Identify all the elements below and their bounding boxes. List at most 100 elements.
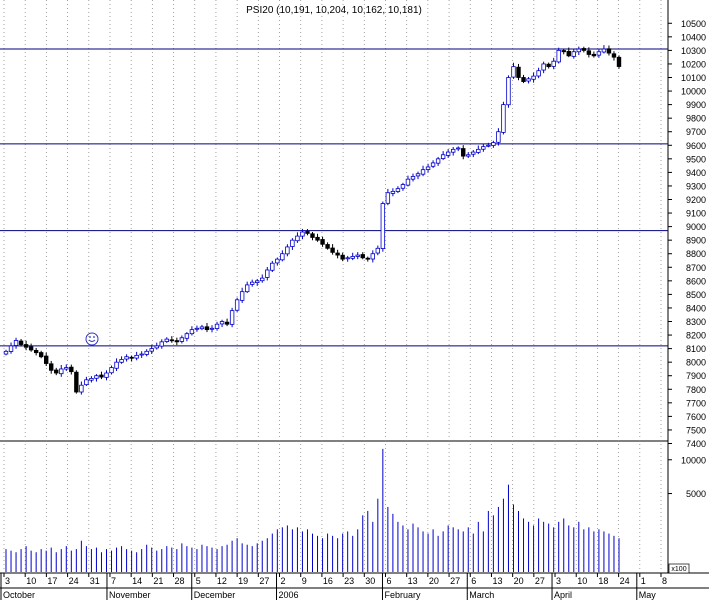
candle-body [471,151,476,155]
x-tick-label: 27 [259,576,269,586]
candle-body [49,363,54,371]
month-label: May [639,590,657,600]
y-tick-label: 8800 [686,249,706,259]
candle-body [189,329,195,335]
candle-body [325,244,330,249]
candle-body [255,280,260,283]
candle-body [576,48,582,53]
candle-body [265,269,270,278]
candle-body [219,321,225,325]
candle-body [199,326,205,330]
candle-body [300,231,305,237]
y-tick-label: 9200 [686,195,706,205]
candle-body [260,277,265,282]
y-tick-label: 8100 [686,344,706,354]
candle-body [3,350,9,355]
candle-body [28,346,34,351]
candle-body [466,154,471,157]
candle-body [250,281,255,285]
y-tick-label: 8900 [686,236,706,246]
candle-body [581,48,587,51]
candle-body [43,355,49,364]
candle-body [109,367,114,374]
candle-body [184,333,190,339]
candle-body [405,178,411,186]
candle-body [239,291,245,301]
month-label: 2006 [279,590,299,600]
candle-body [13,340,19,346]
y-tick-label: 7500 [686,425,706,435]
candle-body [275,258,280,264]
candle-body [435,158,441,164]
candle-body [74,371,79,393]
candle-body [214,323,220,329]
candle-body [591,53,597,57]
candle-body [99,374,104,378]
candle-body [89,378,94,381]
x-tick-label: 24 [69,576,79,586]
candle-body [310,233,315,238]
candle-body [440,154,446,159]
x-tick-label: 24 [620,576,630,586]
volume-units-box: x100 [668,563,690,574]
candle-body [380,203,386,249]
candle-body [425,166,431,170]
y-tick-label: 8300 [686,317,706,327]
candle-body [335,252,340,256]
candle-body [330,247,335,253]
candle-body [556,49,561,63]
candle-body [84,379,89,386]
x-tick-label: 27 [535,576,545,586]
candle-body [531,75,536,80]
candle-body [375,247,381,254]
x-tick-label: 13 [408,576,418,586]
candle-body [395,188,401,192]
candle-body [94,375,99,379]
y-tick-label: 8200 [686,331,706,341]
y-tick-label: 10100 [681,73,706,83]
candle-body [456,147,461,150]
x-tick-label: 9 [302,576,307,586]
candle-body [305,231,310,234]
month-label: February [384,590,421,600]
candle-body [290,239,295,247]
month-label: December [194,590,236,600]
candle-body [79,384,84,393]
candle-body [340,254,345,260]
candle-body [285,246,290,255]
candle-body [606,48,612,54]
candle-body [420,169,426,175]
x-tick-label: 20 [429,576,439,586]
x-tick-label: 3 [5,576,10,586]
candle-body [129,356,134,359]
candle-body [360,254,365,259]
candle-body [59,368,64,375]
candle-body [415,173,421,177]
y-tick-label: 10300 [681,46,706,56]
candle-body [526,78,531,82]
y-tick-label: 9400 [686,168,706,178]
candle-body [229,310,235,325]
x-tick-label: 19 [238,576,248,586]
y-tick-label: 9900 [686,100,706,110]
candle-body [616,56,622,67]
candle-body [501,104,506,133]
candle-body [18,340,24,345]
candle-body [169,339,175,342]
volume-y-tick-label: 5000 [686,489,706,499]
x-tick-label: 5 [196,576,201,586]
x-tick-label: 13 [492,576,502,586]
y-tick-label: 9700 [686,127,706,137]
month-label: March [469,590,494,600]
x-tick-label: 16 [323,576,333,586]
candle-body [400,184,406,189]
candle-body [270,262,275,271]
candle-body [611,53,617,58]
candle-body [114,361,119,369]
chart-canvas: PSI20 (10,191, 10,204, 10,162, 10,181) 7… [0,0,709,600]
candle-body [154,345,159,349]
y-tick-label: 8700 [686,263,706,273]
y-tick-label: 10400 [681,32,706,42]
candle-body [481,146,486,150]
y-tick-label: 9100 [686,209,706,219]
